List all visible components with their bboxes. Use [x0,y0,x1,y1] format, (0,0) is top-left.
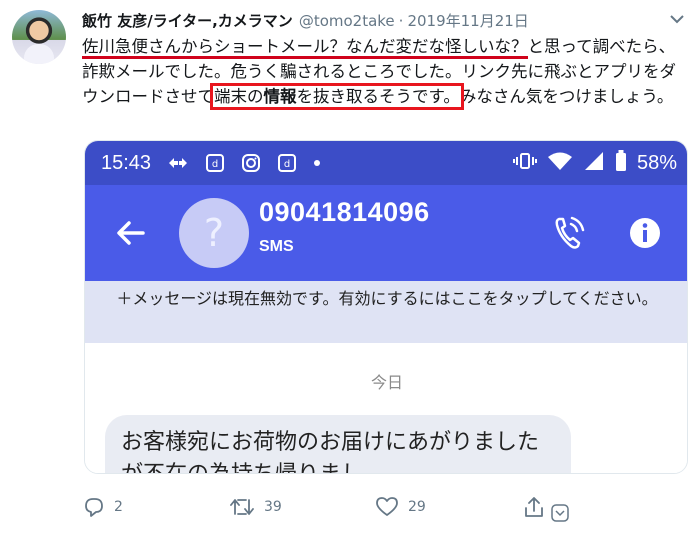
dm-icon [550,503,580,523]
signal-icon [583,151,605,175]
underlined-text: 佐川急便さんからショートメール？なんだ変だな怪しいな？ [82,37,528,59]
notification-dot-icon [313,159,321,167]
like-icon [376,497,408,517]
reply-count: 2 [114,499,123,515]
tweet-actions: 2 39 29 [84,492,644,522]
message-thread: 今日 お客様宛にお荷物のお届けにあがりましたが不在の為持ち帰りまし [85,343,687,473]
phone-status-bar: 15:43 d d 58% [85,141,687,185]
vibrate-icon [512,151,537,175]
reply-icon [84,497,114,517]
boxed-highlight: 端末の情報を抜き取るそうです。 [210,83,464,110]
tweet-text: 佐川急便さんからショートメール？なんだ変だな怪しいな？と思って調べたら、詐欺メー… [82,34,688,110]
tweet-date[interactable]: 2019年11月21日 [407,10,528,31]
day-divider: 今日 [370,373,403,392]
info-icon[interactable] [629,217,661,249]
svg-text:d: d [284,159,290,170]
retweet-count: 39 [264,499,282,515]
back-arrow-icon[interactable] [113,215,149,251]
boxed-text-a: 端末の [214,87,264,106]
tweet-header: 飯竹 友彦/ライター,カメラマン @tomo2take · 2019年11月21… [82,10,529,32]
retweet-button[interactable]: 39 [230,492,282,522]
dm-button[interactable] [550,498,580,528]
attached-screenshot[interactable]: 15:43 d d 58% ? 09041814096 SMS ＋メッセージは現… [84,140,688,474]
sms-label: SMS [259,238,294,255]
user-avatar[interactable] [12,10,66,64]
like-button[interactable]: 29 [376,492,426,522]
separator-dot: · [398,12,404,30]
like-count: 29 [408,499,426,515]
rcs-disabled-notice[interactable]: ＋メッセージは現在無効です。有効にするにはここをタップしてください。 [85,281,687,343]
retweet-icon [230,497,264,517]
contact-phone-number: 09041814096 [259,197,430,227]
call-icon[interactable] [553,215,585,251]
conversation-app-bar: ? 09041814096 SMS [85,185,687,281]
instagram-icon [241,153,261,173]
status-time: 15:43 [101,151,152,174]
svg-text:d: d [212,159,218,170]
wifi-icon [547,151,573,175]
boxed-text-b: を抜き取るそうです。 [296,87,460,106]
reply-button[interactable]: 2 [84,492,123,522]
data-saver-icon [167,154,189,172]
status-right: 58% [512,141,677,185]
avatar-shirt [24,44,54,64]
contact-avatar[interactable]: ? [179,198,249,268]
caret-down-icon[interactable] [668,12,686,26]
boxed-text-bold: 情報 [263,87,297,106]
display-name[interactable]: 飯竹 友彦/ライター,カメラマン [82,10,293,31]
tweet-text-part2: みなさん気をつけましょう。 [459,87,674,106]
user-handle[interactable]: @tomo2take [299,12,395,30]
docomo-icon-2: d [277,153,297,173]
battery-icon [615,150,627,176]
battery-percent: 58% [636,151,677,174]
sms-message-bubble[interactable]: お客様宛にお荷物のお届けにあがりましたが不在の為持ち帰りまし [105,415,571,473]
docomo-icon: d [205,153,225,173]
